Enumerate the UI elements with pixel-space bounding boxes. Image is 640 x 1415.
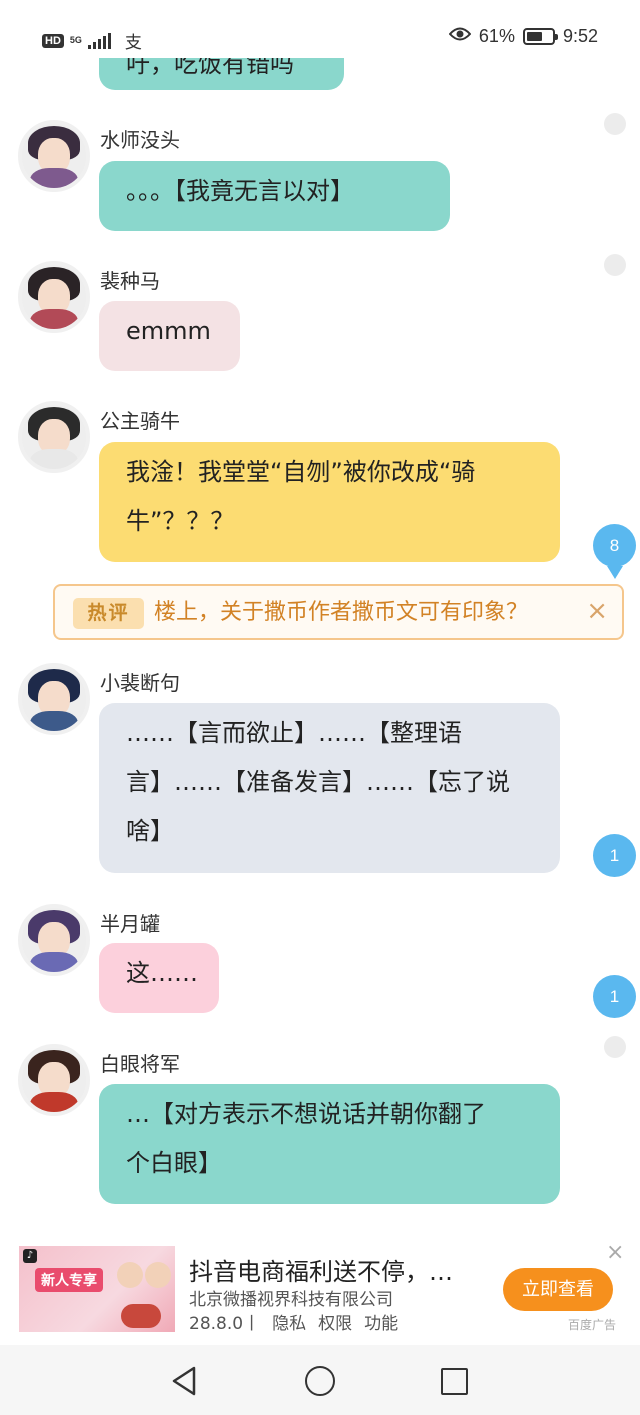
tiktok-icon: ♪ bbox=[23, 1249, 37, 1263]
ad-permissions-link[interactable]: 权限 bbox=[318, 1309, 352, 1334]
ad-thumb-label: 新人专享 bbox=[35, 1268, 103, 1292]
chat-bubble[interactable]: …【对方表示不想说话并朝你翻了 个白眼】 bbox=[99, 1084, 560, 1204]
ad-company: 北京微播视界科技有限公司 bbox=[189, 1290, 393, 1310]
username[interactable]: 小裴断句 bbox=[100, 667, 180, 696]
hot-comment[interactable]: 热评 楼上，关于撒币作者撒币文可有印象？ × bbox=[53, 584, 624, 640]
message-line: ……【言而欲止】……【整理语 bbox=[126, 719, 462, 747]
recents-icon[interactable] bbox=[441, 1368, 468, 1395]
close-icon[interactable]: × bbox=[586, 596, 608, 626]
chat-bubble[interactable]: 我淦！我堂堂“自刎”被你改成“骑 牛”？？？ bbox=[99, 442, 560, 562]
chat-bubble[interactable]: ……【言而欲止】……【整理语 言】……【准备发言】……【忘了说 啥】 bbox=[99, 703, 560, 873]
reply-count-badge[interactable]: 8 bbox=[593, 524, 636, 579]
ad-thumbnail[interactable]: ♪ 新人专享 bbox=[19, 1246, 175, 1332]
ad-cta-button[interactable]: 立即查看 bbox=[503, 1268, 613, 1311]
battery-icon bbox=[522, 28, 558, 45]
hd-badge: HD bbox=[42, 33, 64, 48]
message-text: 这…… bbox=[126, 959, 198, 987]
chat-bubble[interactable]: 这…… bbox=[99, 943, 219, 1013]
ad-privacy-link[interactable]: 隐私 bbox=[272, 1309, 306, 1334]
battery-percent: 61% bbox=[478, 26, 515, 46]
alipay-icon: 支 bbox=[124, 33, 142, 53]
username[interactable]: 公主骑牛 bbox=[100, 405, 180, 434]
username[interactable]: 裴种马 bbox=[100, 265, 160, 294]
avatar[interactable] bbox=[18, 261, 90, 333]
status-left: HD 5G 支 bbox=[42, 28, 142, 53]
message-line: 我淦！我堂堂“自刎”被你改成“骑 bbox=[126, 458, 476, 486]
username[interactable]: 白眼将军 bbox=[100, 1048, 180, 1077]
message-line: 个白眼】 bbox=[126, 1149, 222, 1177]
ad-version: 28.8.0丨 bbox=[189, 1314, 261, 1334]
avatar[interactable] bbox=[18, 401, 90, 473]
username[interactable]: 半月罐 bbox=[100, 908, 160, 937]
eye-icon bbox=[448, 26, 472, 47]
status-right: 61% 9:52 bbox=[448, 26, 598, 47]
reply-dot[interactable] bbox=[604, 254, 626, 276]
ad-banner[interactable]: ♪ 新人专享 抖音电商福利送不停，… 北京微播视界科技有限公司 28.8.0丨 … bbox=[0, 1236, 640, 1340]
message-text: emmm bbox=[126, 317, 211, 345]
reply-count-badge[interactable]: 1 bbox=[593, 975, 636, 1018]
ad-features-link[interactable]: 功能 bbox=[364, 1309, 398, 1334]
message-line: 牛”？？？ bbox=[126, 507, 235, 535]
network-type: 5G bbox=[69, 35, 82, 45]
reply-dot[interactable] bbox=[604, 113, 626, 135]
reply-dot[interactable] bbox=[604, 1036, 626, 1058]
ad-meta: 28.8.0丨 隐私 权限 功能 bbox=[189, 1309, 410, 1334]
chat-bubble[interactable]: 。。。【我竟无言以对】 bbox=[99, 161, 450, 231]
avatar[interactable] bbox=[18, 904, 90, 976]
ad-label: 百度广告 bbox=[568, 1318, 617, 1332]
message-line: 啥】 bbox=[126, 817, 174, 845]
hot-comment-text: 楼上，关于撒币作者撒币文可有印象？ bbox=[154, 600, 529, 625]
username[interactable]: 水师没头 bbox=[100, 124, 180, 153]
signal-icon bbox=[87, 32, 111, 49]
message-line: 言】……【准备发言】……【忘了说 bbox=[126, 768, 510, 796]
ad-title[interactable]: 抖音电商福利送不停，… bbox=[189, 1252, 453, 1287]
home-icon[interactable] bbox=[305, 1366, 335, 1396]
avatar[interactable] bbox=[18, 1044, 90, 1116]
navigation-bar bbox=[0, 1345, 640, 1415]
message-line: …【对方表示不想说话并朝你翻了 bbox=[126, 1100, 486, 1128]
close-icon[interactable]: × bbox=[606, 1242, 624, 1264]
chat-bubble[interactable]: emmm bbox=[99, 301, 240, 371]
avatar[interactable] bbox=[18, 120, 90, 192]
back-icon[interactable] bbox=[170, 1365, 198, 1401]
avatar[interactable] bbox=[18, 663, 90, 735]
hot-comment-tag: 热评 bbox=[73, 598, 144, 629]
message-text: 。。。【我竟无言以对】 bbox=[126, 177, 354, 205]
clock: 9:52 bbox=[562, 26, 598, 46]
reply-count-badge[interactable]: 1 bbox=[593, 834, 636, 877]
